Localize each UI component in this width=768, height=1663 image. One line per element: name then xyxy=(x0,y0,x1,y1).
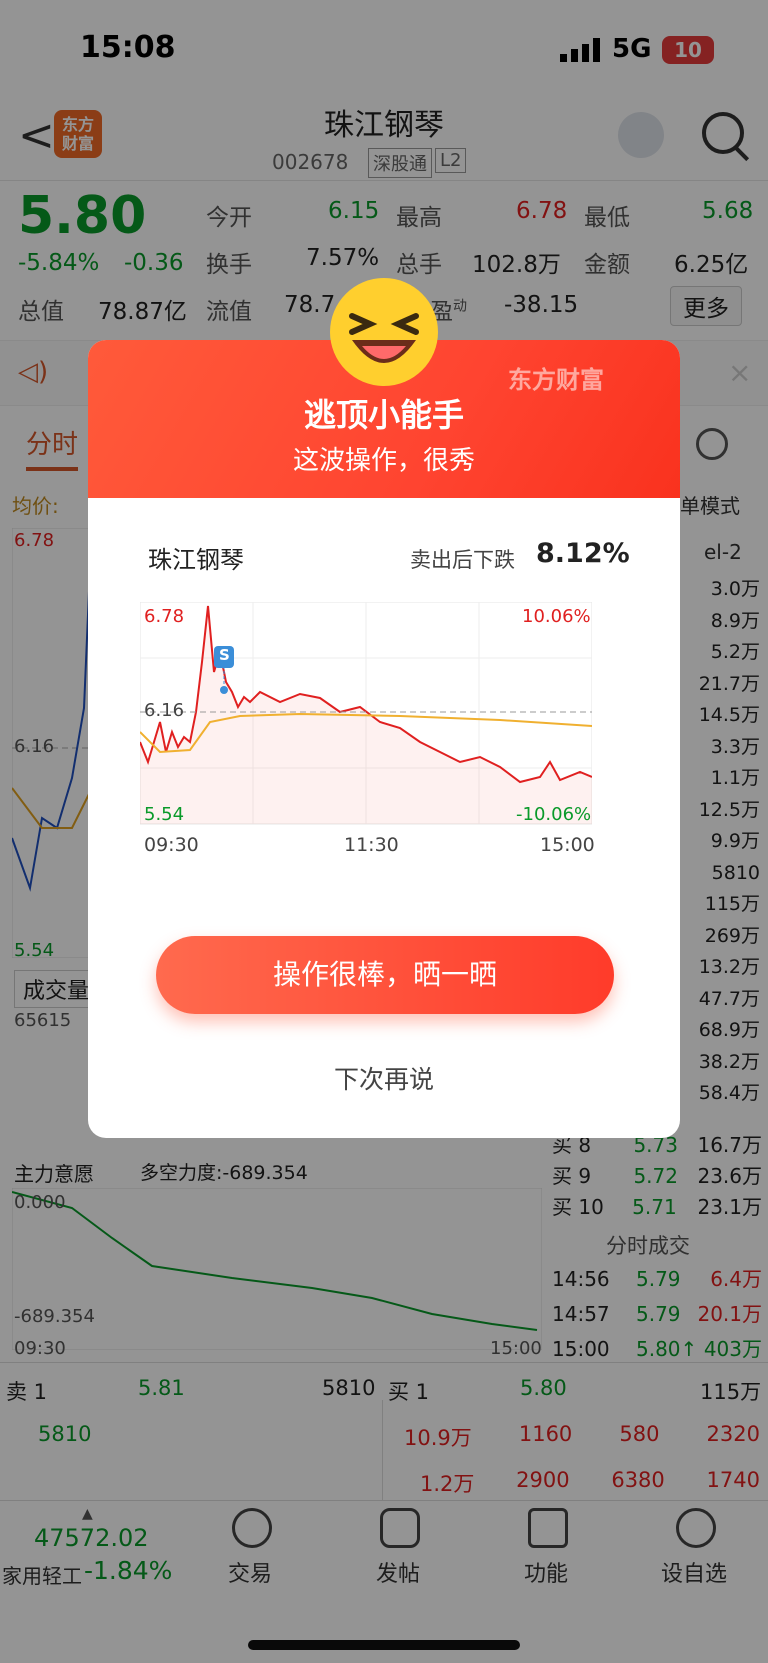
mini-pct-top: 10.06% xyxy=(522,606,591,627)
mini-y-top: 6.78 xyxy=(144,606,185,627)
sell-marker: S xyxy=(219,646,230,664)
share-button[interactable]: 操作很棒，晒一晒 xyxy=(156,936,614,1014)
modal-subtitle: 这波操作，很秀 xyxy=(292,446,475,476)
mini-chart xyxy=(140,602,592,825)
drop-value: 8.12% xyxy=(536,538,630,569)
mini-y-bot: 5.54 xyxy=(144,804,185,825)
mini-x-end: 15:00 xyxy=(540,834,595,856)
drop-label: 卖出后下跌 xyxy=(410,548,515,572)
laughing-emoji-icon xyxy=(330,278,438,386)
achievement-modal: 东方财富 逃顶小能手 这波操作，很秀 珠江钢琴 卖出后下跌 8.12% S 6.… xyxy=(88,340,680,1138)
mini-y-mid: 6.16 xyxy=(144,700,185,721)
later-button[interactable]: 下次再说 xyxy=(88,1060,680,1096)
mini-stock-name: 珠江钢琴 xyxy=(148,546,244,574)
mini-x-mid: 11:30 xyxy=(344,834,399,856)
close-icon[interactable]: × xyxy=(728,356,751,389)
mini-pct-bot: -10.06% xyxy=(516,804,592,825)
modal-title: 逃顶小能手 xyxy=(303,396,464,434)
mini-x-start: 09:30 xyxy=(144,834,199,856)
